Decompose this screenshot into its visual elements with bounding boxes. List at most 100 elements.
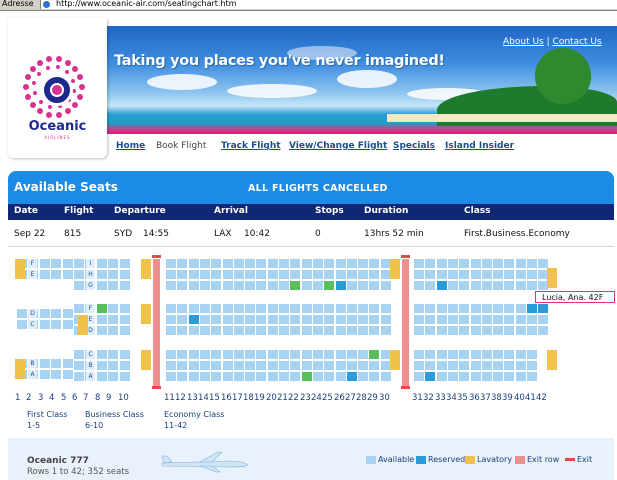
seat-available[interactable] xyxy=(268,259,278,268)
seat-available[interactable] xyxy=(425,315,435,324)
seat-available[interactable] xyxy=(166,259,176,268)
seat-available[interactable] xyxy=(324,326,334,335)
seat-available[interactable] xyxy=(97,315,107,324)
seat-available[interactable] xyxy=(40,370,50,379)
seat-available[interactable] xyxy=(471,259,481,268)
seat-available[interactable] xyxy=(279,350,289,359)
seat-available[interactable] xyxy=(211,326,221,335)
seat-available[interactable] xyxy=(256,372,266,381)
seat-available[interactable] xyxy=(234,315,244,324)
contact-us-link[interactable]: Contact Us xyxy=(553,37,602,47)
seat-available[interactable] xyxy=(200,270,210,279)
seat-available[interactable] xyxy=(437,259,447,268)
seat-available[interactable] xyxy=(504,372,514,381)
seat-available[interactable] xyxy=(211,361,221,370)
seat-available[interactable] xyxy=(51,259,61,268)
seat-available[interactable] xyxy=(358,350,368,359)
seat-available[interactable] xyxy=(381,315,391,324)
seat-available[interactable] xyxy=(120,350,130,359)
seat-available[interactable] xyxy=(279,270,289,279)
seat-available[interactable] xyxy=(538,326,548,335)
seat-available[interactable] xyxy=(211,315,221,324)
seat-available[interactable] xyxy=(97,361,107,370)
seat-available[interactable] xyxy=(290,304,300,313)
seat-available[interactable] xyxy=(516,281,526,290)
seat-available[interactable] xyxy=(459,304,469,313)
seat-available[interactable] xyxy=(290,361,300,370)
seat-available[interactable] xyxy=(437,350,447,359)
seat-available[interactable] xyxy=(177,326,187,335)
seat-available[interactable] xyxy=(51,359,61,368)
seat-available[interactable] xyxy=(63,320,73,329)
seat-available[interactable] xyxy=(459,281,469,290)
seat-available[interactable] xyxy=(414,315,424,324)
seat-available[interactable] xyxy=(358,361,368,370)
seat-available[interactable] xyxy=(211,350,221,359)
seat-available[interactable] xyxy=(471,361,481,370)
nav-view-change-flight[interactable]: View/Change Flight xyxy=(289,141,387,151)
seat-available[interactable] xyxy=(369,304,379,313)
seat-available[interactable] xyxy=(189,259,199,268)
seat-occupied[interactable] xyxy=(290,281,300,290)
seat-available[interactable] xyxy=(166,372,176,381)
seat-available[interactable] xyxy=(256,259,266,268)
seat-available[interactable] xyxy=(471,326,481,335)
seat-available[interactable] xyxy=(245,372,255,381)
seat-available[interactable] xyxy=(97,270,107,279)
seat-available[interactable] xyxy=(97,350,107,359)
seat-available[interactable] xyxy=(268,315,278,324)
seat-available[interactable] xyxy=(108,372,118,381)
seat-available[interactable] xyxy=(211,259,221,268)
seat-available[interactable] xyxy=(448,372,458,381)
seat-available[interactable] xyxy=(74,259,84,268)
seat-available[interactable] xyxy=(302,281,312,290)
seat-available[interactable] xyxy=(369,259,379,268)
seat-available[interactable] xyxy=(256,304,266,313)
seat-available[interactable] xyxy=(63,259,73,268)
seat-available[interactable] xyxy=(245,350,255,359)
seat-available[interactable] xyxy=(336,270,346,279)
nav-island-insider[interactable]: Island Insider xyxy=(445,141,514,151)
seat-reserved[interactable] xyxy=(538,304,548,313)
seat-available[interactable] xyxy=(347,326,357,335)
seat-available[interactable] xyxy=(471,350,481,359)
logo[interactable]: Oceanic AIRLINES xyxy=(8,18,107,158)
seat-available[interactable] xyxy=(189,361,199,370)
seat-available[interactable] xyxy=(347,270,357,279)
seat-available[interactable] xyxy=(381,372,391,381)
seat-available[interactable] xyxy=(245,326,255,335)
seat-available[interactable] xyxy=(74,361,84,370)
seat-available[interactable] xyxy=(166,361,176,370)
seat-available[interactable] xyxy=(223,350,233,359)
seat-available[interactable] xyxy=(245,259,255,268)
seat-available[interactable] xyxy=(166,315,176,324)
seat-available[interactable] xyxy=(324,259,334,268)
seat-available[interactable] xyxy=(369,315,379,324)
seat-available[interactable] xyxy=(234,361,244,370)
seat-available[interactable] xyxy=(425,270,435,279)
seat-available[interactable] xyxy=(448,315,458,324)
seat-available[interactable] xyxy=(414,326,424,335)
address-url[interactable]: http://www.oceanic-air.com/seatingchart.… xyxy=(56,0,236,8)
seat-available[interactable] xyxy=(302,304,312,313)
seat-available[interactable] xyxy=(425,326,435,335)
seat-available[interactable] xyxy=(437,270,447,279)
seat-available[interactable] xyxy=(234,304,244,313)
seat-available[interactable] xyxy=(166,304,176,313)
seat-available[interactable] xyxy=(369,326,379,335)
seat-available[interactable] xyxy=(414,281,424,290)
seat-available[interactable] xyxy=(493,304,503,313)
seat-available[interactable] xyxy=(189,304,199,313)
seat-available[interactable] xyxy=(17,309,27,318)
seat-available[interactable] xyxy=(504,315,514,324)
seat-available[interactable] xyxy=(108,304,118,313)
seat-available[interactable] xyxy=(200,259,210,268)
seat-available[interactable] xyxy=(200,315,210,324)
seat-available[interactable] xyxy=(358,304,368,313)
seat-available[interactable] xyxy=(290,259,300,268)
seat-available[interactable] xyxy=(40,270,50,279)
seat-available[interactable] xyxy=(358,270,368,279)
seat-available[interactable] xyxy=(425,361,435,370)
seat-reserved[interactable] xyxy=(336,281,346,290)
seat-occupied[interactable] xyxy=(324,281,334,290)
